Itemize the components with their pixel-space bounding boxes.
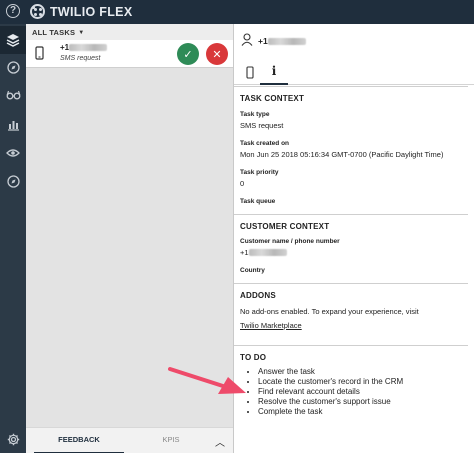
close-icon: ✕ bbox=[212, 48, 222, 61]
annotation-arrow-icon bbox=[168, 367, 246, 394]
task-queue-label: Task queue bbox=[240, 198, 276, 205]
task-created-value: Mon Jun 25 2018 05:16:34 GMT-0700 (Pacif… bbox=[240, 150, 444, 159]
rail-item-supervisor[interactable] bbox=[0, 81, 26, 109]
glasses-icon bbox=[6, 90, 20, 100]
tab-kpis[interactable]: KPIS bbox=[126, 428, 216, 453]
app-header: ? TWILIO FLEX bbox=[0, 0, 474, 24]
compass-icon bbox=[6, 60, 20, 74]
task-info-content: TASK CONTEXT Task type SMS request Task … bbox=[234, 86, 474, 453]
todo-section: TO DO Answer the task Locate the custome… bbox=[234, 345, 474, 453]
customer-name-label: Customer name / phone number bbox=[240, 238, 340, 245]
section-divider bbox=[234, 86, 468, 87]
task-created-label: Task created on bbox=[240, 140, 290, 147]
rail-item-settings[interactable] bbox=[0, 425, 26, 453]
todo-title: TO DO bbox=[240, 353, 267, 362]
task-type-label: Task type bbox=[240, 111, 270, 118]
rail-item-explore[interactable] bbox=[0, 53, 26, 81]
todo-item: Answer the task bbox=[258, 367, 403, 377]
section-divider bbox=[234, 283, 468, 284]
task-detail-header: +1 bbox=[234, 24, 474, 59]
twilio-logo: TWILIO FLEX bbox=[30, 4, 132, 19]
customer-name-value: +1 bbox=[240, 248, 287, 257]
section-divider bbox=[234, 345, 468, 346]
rail-item-tasks[interactable] bbox=[0, 26, 26, 54]
addons-title: ADDONS bbox=[240, 291, 276, 300]
redacted-number bbox=[69, 44, 108, 51]
compass-icon-2 bbox=[6, 174, 20, 188]
bar-chart-icon bbox=[7, 120, 19, 131]
help-icon[interactable]: ? bbox=[6, 4, 20, 18]
accept-task-button[interactable]: ✓ bbox=[177, 43, 199, 65]
todo-item: Locate the customer's record in the CRM bbox=[258, 377, 403, 387]
todo-item: Resolve the customer's support issue bbox=[258, 397, 403, 407]
rail-item-monitor[interactable] bbox=[0, 139, 26, 167]
task-filter-dropdown[interactable]: ALL TASKS ▼ bbox=[26, 24, 233, 40]
rail-item-compass[interactable] bbox=[0, 167, 26, 195]
customer-context-title: CUSTOMER CONTEXT bbox=[240, 222, 330, 231]
tab-info[interactable]: i bbox=[260, 59, 288, 85]
task-context-section: TASK CONTEXT Task type SMS request Task … bbox=[234, 86, 474, 214]
caller-number: +1 bbox=[258, 36, 306, 46]
check-icon: ✓ bbox=[183, 48, 193, 61]
app-title: TWILIO FLEX bbox=[50, 4, 133, 19]
task-priority-label: Task priority bbox=[240, 169, 279, 176]
eye-icon bbox=[6, 149, 20, 157]
twilio-marketplace-link[interactable]: Twilio Marketplace bbox=[240, 321, 302, 330]
reject-task-button[interactable]: ✕ bbox=[206, 43, 228, 65]
country-label: Country bbox=[240, 267, 265, 274]
redacted-number bbox=[267, 38, 306, 45]
todo-list: Answer the task Locate the customer's re… bbox=[258, 367, 403, 417]
tab-feedback[interactable]: FEEDBACK bbox=[34, 428, 124, 453]
task-priority-value: 0 bbox=[240, 179, 245, 188]
section-divider bbox=[234, 214, 468, 215]
rail-item-insights[interactable] bbox=[0, 110, 26, 138]
mobile-phone-icon bbox=[246, 65, 254, 79]
task-context-title: TASK CONTEXT bbox=[240, 94, 305, 103]
todo-item: Complete the task bbox=[258, 407, 403, 417]
task-channel: SMS request bbox=[60, 55, 101, 62]
customer-context-section: CUSTOMER CONTEXT Customer name / phone n… bbox=[234, 214, 474, 283]
mobile-phone-icon bbox=[35, 46, 44, 65]
redacted-number bbox=[248, 249, 287, 256]
twilio-logo-icon bbox=[30, 4, 45, 19]
task-list-footer: FEEDBACK KPIS ︿ bbox=[26, 427, 233, 453]
side-rail bbox=[0, 24, 26, 453]
todo-item: Find relevant account details bbox=[258, 387, 403, 397]
addons-section: ADDONS No add-ons enabled. To expand you… bbox=[234, 283, 474, 345]
layers-icon bbox=[6, 34, 20, 47]
task-detail-panel: +1 i TASK CONTEXT Task type SMS request … bbox=[234, 24, 474, 453]
chevron-up-icon[interactable]: ︿ bbox=[215, 434, 225, 449]
addons-text: No add-ons enabled. To expand your exper… bbox=[240, 307, 419, 316]
caret-down-icon: ▼ bbox=[78, 30, 85, 36]
detail-tabs: i bbox=[234, 59, 474, 85]
task-card[interactable]: +1 SMS request ✓ ✕ bbox=[26, 40, 233, 68]
task-filter-label: ALL TASKS bbox=[32, 28, 76, 37]
info-icon: i bbox=[271, 64, 277, 78]
gear-icon bbox=[7, 433, 19, 445]
user-icon bbox=[241, 33, 253, 51]
task-caller-number: +1 bbox=[60, 43, 108, 52]
task-type-value: SMS request bbox=[240, 121, 284, 130]
